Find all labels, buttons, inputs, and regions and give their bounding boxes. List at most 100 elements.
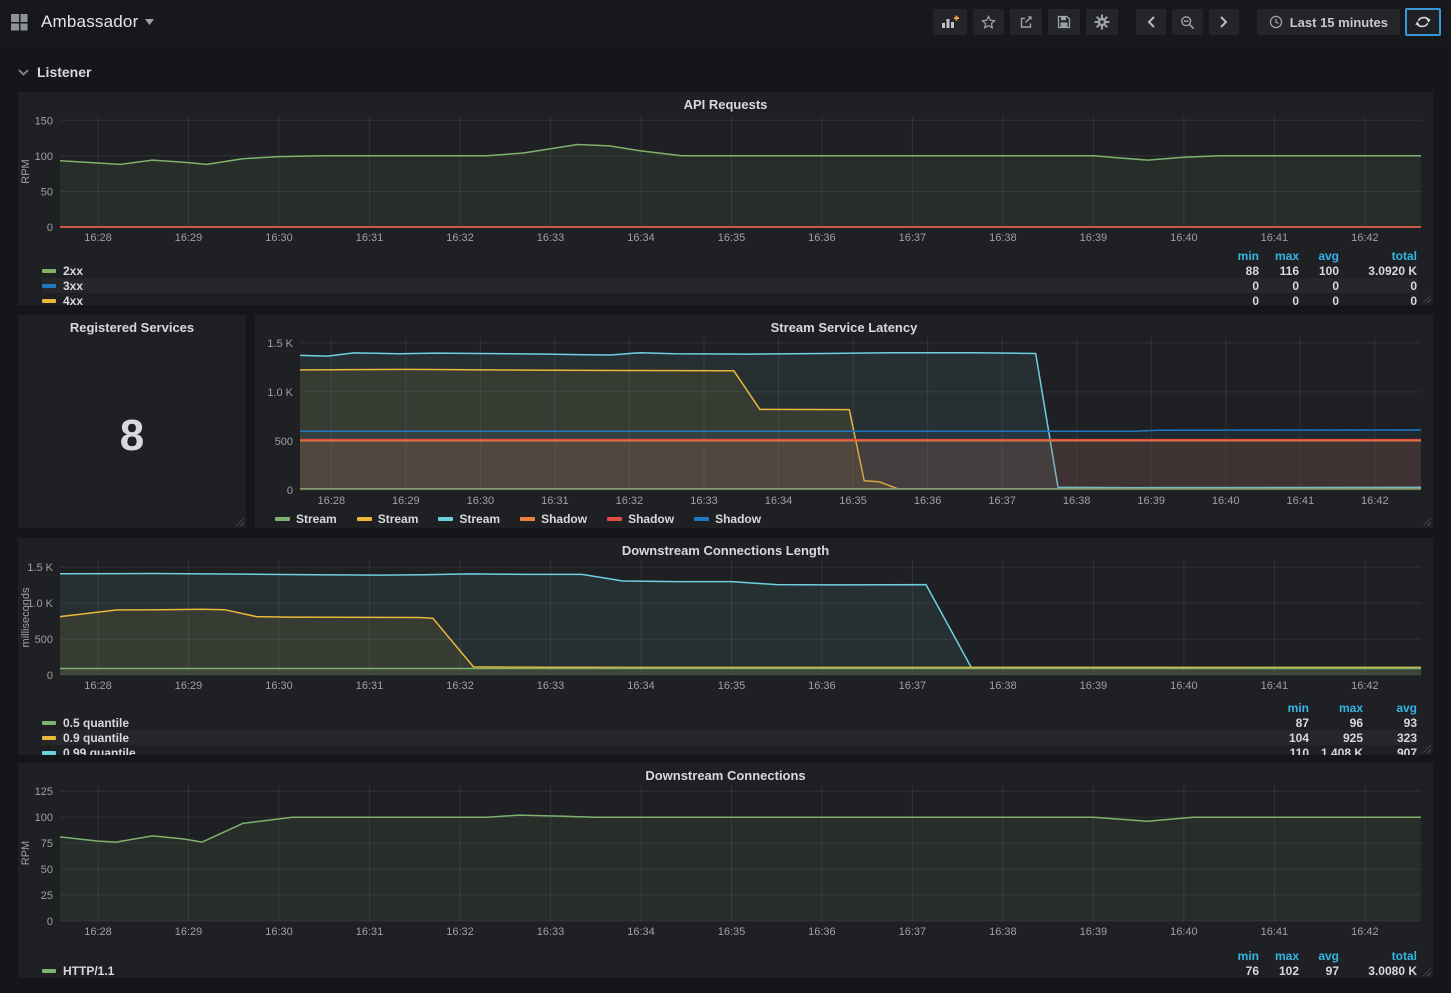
- legend-value-max: 1.408 K: [1309, 746, 1363, 756]
- legend-series-toggle[interactable]: Shadow: [694, 512, 761, 526]
- legend-row-0-99-quantile: 0.99 quantile1101.408 K907: [42, 745, 1417, 755]
- refresh-button[interactable]: [1405, 8, 1441, 36]
- svg-text:16:39: 16:39: [1080, 232, 1108, 244]
- panel-title[interactable]: Downstream Connections: [18, 768, 1433, 783]
- row-header-listener[interactable]: Listener: [18, 61, 91, 83]
- gear-icon: [1094, 14, 1110, 30]
- svg-text:16:28: 16:28: [318, 495, 346, 507]
- legend-series-toggle[interactable]: Stream: [438, 512, 500, 526]
- chevron-down-icon: [18, 69, 29, 76]
- series-label: 0.99 quantile: [63, 746, 136, 756]
- legend-series-toggle[interactable]: 4xx: [42, 294, 1219, 306]
- series-color-dash[interactable]: [42, 284, 56, 288]
- time-range-picker[interactable]: Last 15 minutes: [1256, 8, 1401, 36]
- series-label: Stream: [459, 512, 500, 526]
- panel-title[interactable]: API Requests: [18, 97, 1433, 112]
- legend-sort-min[interactable]: min: [1219, 949, 1259, 963]
- svg-text:16:41: 16:41: [1261, 926, 1289, 938]
- svg-text:16:40: 16:40: [1170, 926, 1198, 938]
- legend-sort-min[interactable]: min: [1219, 249, 1259, 263]
- svg-text:16:32: 16:32: [446, 926, 474, 938]
- svg-text:RPM: RPM: [20, 159, 32, 183]
- time-shift-forward-button[interactable]: [1208, 8, 1240, 36]
- time-shift-back-button[interactable]: [1135, 8, 1167, 36]
- legend-sort-avg[interactable]: avg: [1363, 701, 1417, 715]
- legend-sort-max[interactable]: max: [1259, 249, 1299, 263]
- add-panel-button[interactable]: [932, 8, 968, 36]
- legend-value-min: 87: [1255, 716, 1309, 730]
- svg-text:16:30: 16:30: [265, 926, 293, 938]
- svg-text:16:30: 16:30: [265, 232, 293, 244]
- series-color-dash[interactable]: [42, 736, 56, 740]
- legend-series-toggle[interactable]: 0.9 quantile: [42, 731, 1255, 745]
- panel-title[interactable]: Registered Services: [18, 320, 246, 335]
- add-panel-icon: [941, 14, 959, 30]
- series-label: 4xx: [63, 294, 83, 306]
- legend-sort-min[interactable]: min: [1255, 701, 1309, 715]
- downstream-connections-length-chart[interactable]: 05001.0 K1.5 K16:2816:2916:3016:3116:321…: [18, 538, 1433, 698]
- svg-text:16:38: 16:38: [989, 680, 1017, 692]
- legend-sort-total[interactable]: total: [1339, 949, 1417, 963]
- legend-value-avg: 0: [1299, 279, 1339, 293]
- refresh-icon: [1415, 15, 1431, 29]
- api-requests-chart[interactable]: 05010015016:2816:2916:3016:3116:3216:331…: [18, 92, 1433, 253]
- panel-api-requests: API Requests 05010015016:2816:2916:3016:…: [18, 92, 1433, 305]
- resize-handle[interactable]: [1422, 294, 1431, 303]
- svg-text:16:42: 16:42: [1351, 232, 1379, 244]
- legend-series-toggle[interactable]: Shadow: [607, 512, 674, 526]
- resize-handle[interactable]: [1422, 967, 1431, 976]
- legend-series-toggle[interactable]: 2xx: [42, 264, 1219, 278]
- series-color-dash[interactable]: [42, 299, 56, 303]
- svg-text:16:34: 16:34: [627, 680, 655, 692]
- svg-text:150: 150: [35, 115, 53, 127]
- svg-text:16:33: 16:33: [537, 926, 565, 938]
- legend-series-toggle[interactable]: Stream: [357, 512, 419, 526]
- svg-text:16:35: 16:35: [718, 926, 746, 938]
- legend-sort-max[interactable]: max: [1309, 701, 1363, 715]
- series-color-dash[interactable]: [42, 721, 56, 725]
- legend-series-toggle[interactable]: 0.5 quantile: [42, 716, 1255, 730]
- series-color-dash[interactable]: [42, 269, 56, 273]
- save-button[interactable]: [1047, 8, 1081, 36]
- series-color-dash[interactable]: [42, 969, 56, 973]
- svg-text:500: 500: [275, 436, 293, 448]
- legend-series-toggle[interactable]: 3xx: [42, 279, 1219, 293]
- dashboard-grid-icon[interactable]: [10, 13, 29, 32]
- svg-text:16:34: 16:34: [627, 926, 655, 938]
- legend-series-toggle[interactable]: Stream: [275, 512, 337, 526]
- panel-downstream-connections-length: Downstream Connections Length 05001.0 K1…: [18, 538, 1433, 755]
- panel-title[interactable]: Downstream Connections Length: [18, 543, 1433, 558]
- svg-text:16:42: 16:42: [1351, 926, 1379, 938]
- series-label: 3xx: [63, 279, 83, 293]
- svg-text:16:31: 16:31: [356, 232, 384, 244]
- legend-header-row: minmaxavgtotal: [42, 948, 1417, 963]
- legend-series-toggle[interactable]: 0.99 quantile: [42, 746, 1255, 756]
- series-color-dash[interactable]: [42, 751, 56, 755]
- svg-text:16:33: 16:33: [537, 232, 565, 244]
- resize-handle[interactable]: [1422, 517, 1431, 526]
- svg-text:16:32: 16:32: [446, 680, 474, 692]
- zoom-out-button[interactable]: [1171, 8, 1204, 36]
- legend-series-toggle[interactable]: HTTP/1.1: [42, 964, 1219, 978]
- dashboard-title-dropdown[interactable]: Ambassador: [41, 12, 154, 32]
- resize-handle[interactable]: [1422, 744, 1431, 753]
- share-button[interactable]: [1009, 8, 1043, 36]
- svg-text:0: 0: [47, 670, 53, 682]
- svg-text:16:40: 16:40: [1170, 232, 1198, 244]
- series-color-dash: [438, 517, 453, 521]
- legend-sort-avg[interactable]: avg: [1299, 249, 1339, 263]
- stream-service-latency-chart[interactable]: 05001.0 K1.5 K16:2816:2916:3016:3116:321…: [255, 315, 1433, 513]
- legend-sort-total[interactable]: total: [1339, 249, 1417, 263]
- panel-title[interactable]: Stream Service Latency: [255, 320, 1433, 335]
- legend-value-min: 0: [1219, 279, 1259, 293]
- legend-sort-max[interactable]: max: [1259, 949, 1299, 963]
- resize-handle[interactable]: [235, 517, 244, 526]
- settings-button[interactable]: [1085, 8, 1119, 36]
- legend-sort-avg[interactable]: avg: [1299, 949, 1339, 963]
- legend-series-toggle[interactable]: Shadow: [520, 512, 587, 526]
- downstream-connections-chart[interactable]: 025507510012516:2816:2916:3016:3116:3216…: [18, 763, 1433, 945]
- navbar: Ambassador: [0, 0, 1451, 44]
- star-button[interactable]: [972, 8, 1005, 36]
- clock-icon: [1269, 15, 1283, 29]
- legend-value-min: 0: [1219, 294, 1259, 306]
